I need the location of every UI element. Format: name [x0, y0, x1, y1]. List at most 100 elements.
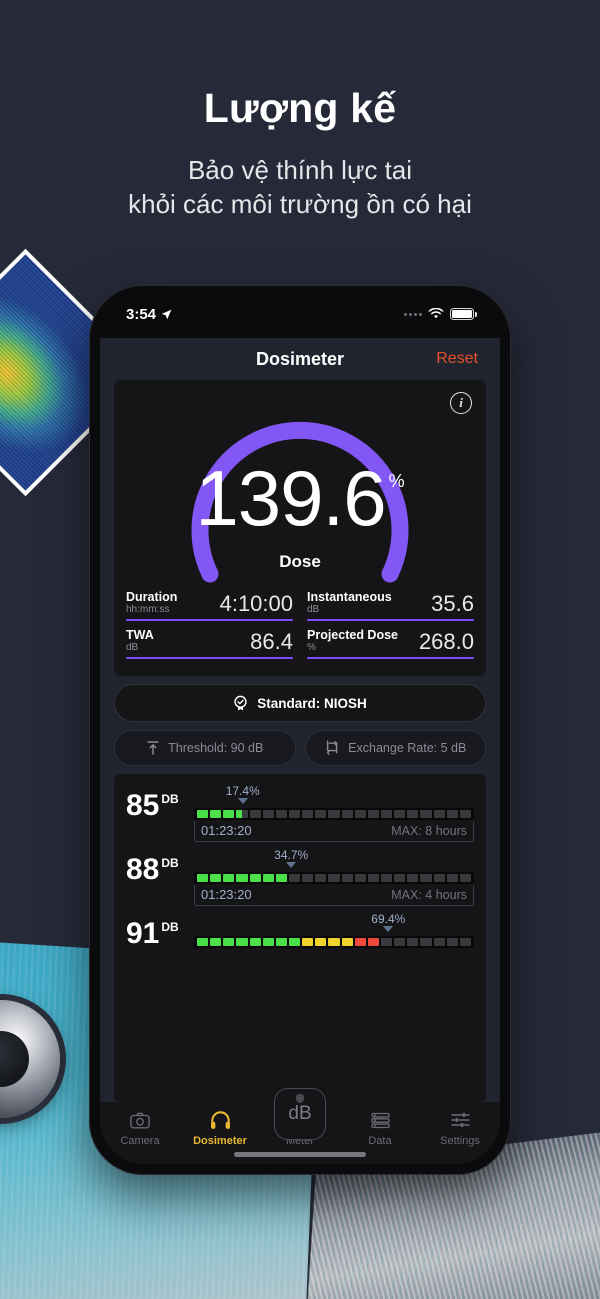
db-percent-label: 17.4% [225, 784, 260, 799]
status-bar: 3:54 [100, 296, 500, 338]
db-percent-label: 69.4% [371, 912, 406, 927]
threshold-icon [147, 741, 159, 756]
reset-button[interactable]: Reset [436, 350, 478, 368]
db-percent-caret-icon [383, 926, 394, 933]
page-title: Lượng kế [203, 85, 397, 131]
metric-name: TWA [126, 628, 154, 643]
db-level-unit: DB [161, 920, 179, 935]
tab-dosimeter[interactable]: Dosimeter [180, 1109, 260, 1147]
metric-duration: Duration hh:mm:ss 4:10:00 [126, 590, 293, 624]
tab-label: Dosimeter [193, 1135, 247, 1147]
hero-subtitle: Bảo vệ thính lực tai khỏi các môi trường… [0, 153, 600, 222]
db-max-label: MAX: 8 hours [391, 823, 467, 838]
threshold-button[interactable]: Threshold: 90 dB [114, 730, 296, 767]
metric-value: 86.4 [250, 629, 293, 655]
dose-value: 139.6 [195, 454, 386, 543]
db-elapsed-time: 01:23:20 [201, 887, 252, 903]
status-bar-time: 3:54 [126, 305, 157, 323]
db-elapsed-time: 01:23:20 [201, 823, 252, 839]
metric-instantaneous: Instantaneous dB 35.6 [307, 590, 474, 624]
metric-underline [126, 619, 293, 622]
metric-underline [126, 657, 293, 660]
location-arrow-icon [161, 309, 172, 319]
metric-unit: dB [126, 642, 139, 654]
metric-unit: hh:mm:ss [126, 604, 170, 615]
db-meter-icon[interactable]: dB [274, 1088, 326, 1140]
db-segment-bar [194, 808, 474, 821]
db-limit-body: 69.4% [194, 910, 474, 949]
standard-button[interactable]: Standard: NIOSH [114, 684, 486, 723]
db-limit-footer: 01:23:20 MAX: 4 hours [194, 885, 474, 907]
exchange-rate-label: Exchange Rate: 5 dB [348, 741, 467, 756]
db-limit-body: 17.4% 01:23:20 MAX: 8 hours [194, 782, 474, 843]
dosimeter-content: i 139.6 % Dose Duration hh:mm:ss 4:10:00… [100, 380, 500, 1102]
phone-mockup: 3:54 Dosimeter Reset i 139.6 % Dose Dura… [89, 285, 511, 1175]
tab-settings[interactable]: Settings [420, 1109, 500, 1147]
tab-camera[interactable]: Camera [100, 1109, 180, 1147]
metric-underline [307, 657, 474, 660]
tab-data[interactable]: Data [340, 1109, 420, 1147]
metric-value: 35.6 [431, 591, 474, 617]
exchange-rate-button[interactable]: Exchange Rate: 5 dB [304, 730, 486, 767]
dose-gauge-card: i 139.6 % Dose Duration hh:mm:ss 4:10:00… [114, 380, 486, 677]
metric-value: 4:10:00 [219, 591, 293, 617]
status-bar-time-group: 3:54 [126, 306, 172, 323]
status-bar-indicators [404, 308, 477, 320]
db-level: 85 DB [126, 782, 184, 821]
db-segment-bar [194, 936, 474, 949]
dose-value-group: 139.6 % [195, 454, 405, 543]
db-segment-bar [194, 872, 474, 885]
db-max-label: MAX: 4 hours [391, 887, 467, 902]
camera-icon [130, 1109, 150, 1131]
list-icon [370, 1109, 390, 1131]
signal-dots-icon [404, 312, 422, 316]
metric-twa: TWA dB 86.4 [126, 628, 293, 662]
tab-label: Camera [120, 1135, 160, 1147]
db-percent-caret-icon [286, 862, 297, 869]
dose-label: Dose [279, 552, 321, 571]
phone-screen: 3:54 Dosimeter Reset i 139.6 % Dose Dura… [100, 296, 500, 1164]
tab-label: Data [368, 1135, 392, 1147]
db-limit-row[interactable]: 88 DB 34.7% 01:23:20 MAX: 4 hours [126, 846, 474, 910]
metric-projected-dose: Projected Dose % 268.0 [307, 628, 474, 662]
battery-icon [450, 308, 477, 320]
db-level: 88 DB [126, 846, 184, 887]
db-percent-marker: 17.4% [194, 784, 474, 808]
db-meter-label: dB [288, 1103, 312, 1124]
db-level-value: 91 [126, 917, 160, 951]
db-percent-caret-icon [237, 798, 248, 805]
standard-label: Standard: NIOSH [257, 695, 367, 711]
db-percent-label: 34.7% [274, 848, 309, 863]
hero-subtitle-line-2: khỏi các môi trường ồn có hại [128, 189, 472, 220]
dose-gauge: 139.6 % Dose [114, 390, 486, 583]
metric-name: Instantaneous [307, 590, 392, 604]
metric-unit: % [307, 642, 316, 654]
hero-subtitle-line-1: Bảo vệ thính lực tai [187, 155, 413, 186]
navbar-title: Dosimeter [255, 348, 345, 369]
wifi-icon [428, 308, 444, 319]
metric-underline [307, 619, 474, 622]
metric-value: 268.0 [418, 629, 474, 655]
shield-icon [295, 1093, 305, 1104]
exchange-rate-icon [327, 740, 338, 756]
sliders-icon [450, 1109, 470, 1131]
tab-bar: Camera Dosimeter dB Meter Data Settings [100, 1088, 500, 1164]
db-limit-row[interactable]: 91 DB 69.4% [126, 910, 474, 952]
home-indicator [234, 1152, 366, 1157]
tab-label: Settings [440, 1135, 480, 1147]
hero-section: Lượng kế Bảo vệ thính lực tai khỏi các m… [0, 0, 600, 222]
metric-name: Duration [126, 590, 178, 604]
metrics-grid: Duration hh:mm:ss 4:10:00 Instantaneous … [114, 582, 486, 676]
metric-name: Projected Dose [307, 628, 399, 643]
db-level-unit: DB [161, 792, 179, 807]
db-limits-list: 85 DB 17.4% 01:23:20 MAX: 8 hours 88 DB … [114, 774, 486, 1102]
app-navbar: Dosimeter Reset [100, 338, 500, 380]
dose-unit: % [388, 471, 405, 492]
db-limit-row[interactable]: 85 DB 17.4% 01:23:20 MAX: 8 hours [126, 782, 474, 846]
headphones-icon [210, 1109, 231, 1131]
threshold-label: Threshold: 90 dB [168, 741, 264, 756]
db-percent-marker: 34.7% [194, 848, 474, 872]
db-level-value: 88 [126, 853, 160, 887]
phone-notch [224, 296, 376, 323]
tab-meter[interactable]: dB Meter [260, 1088, 340, 1147]
